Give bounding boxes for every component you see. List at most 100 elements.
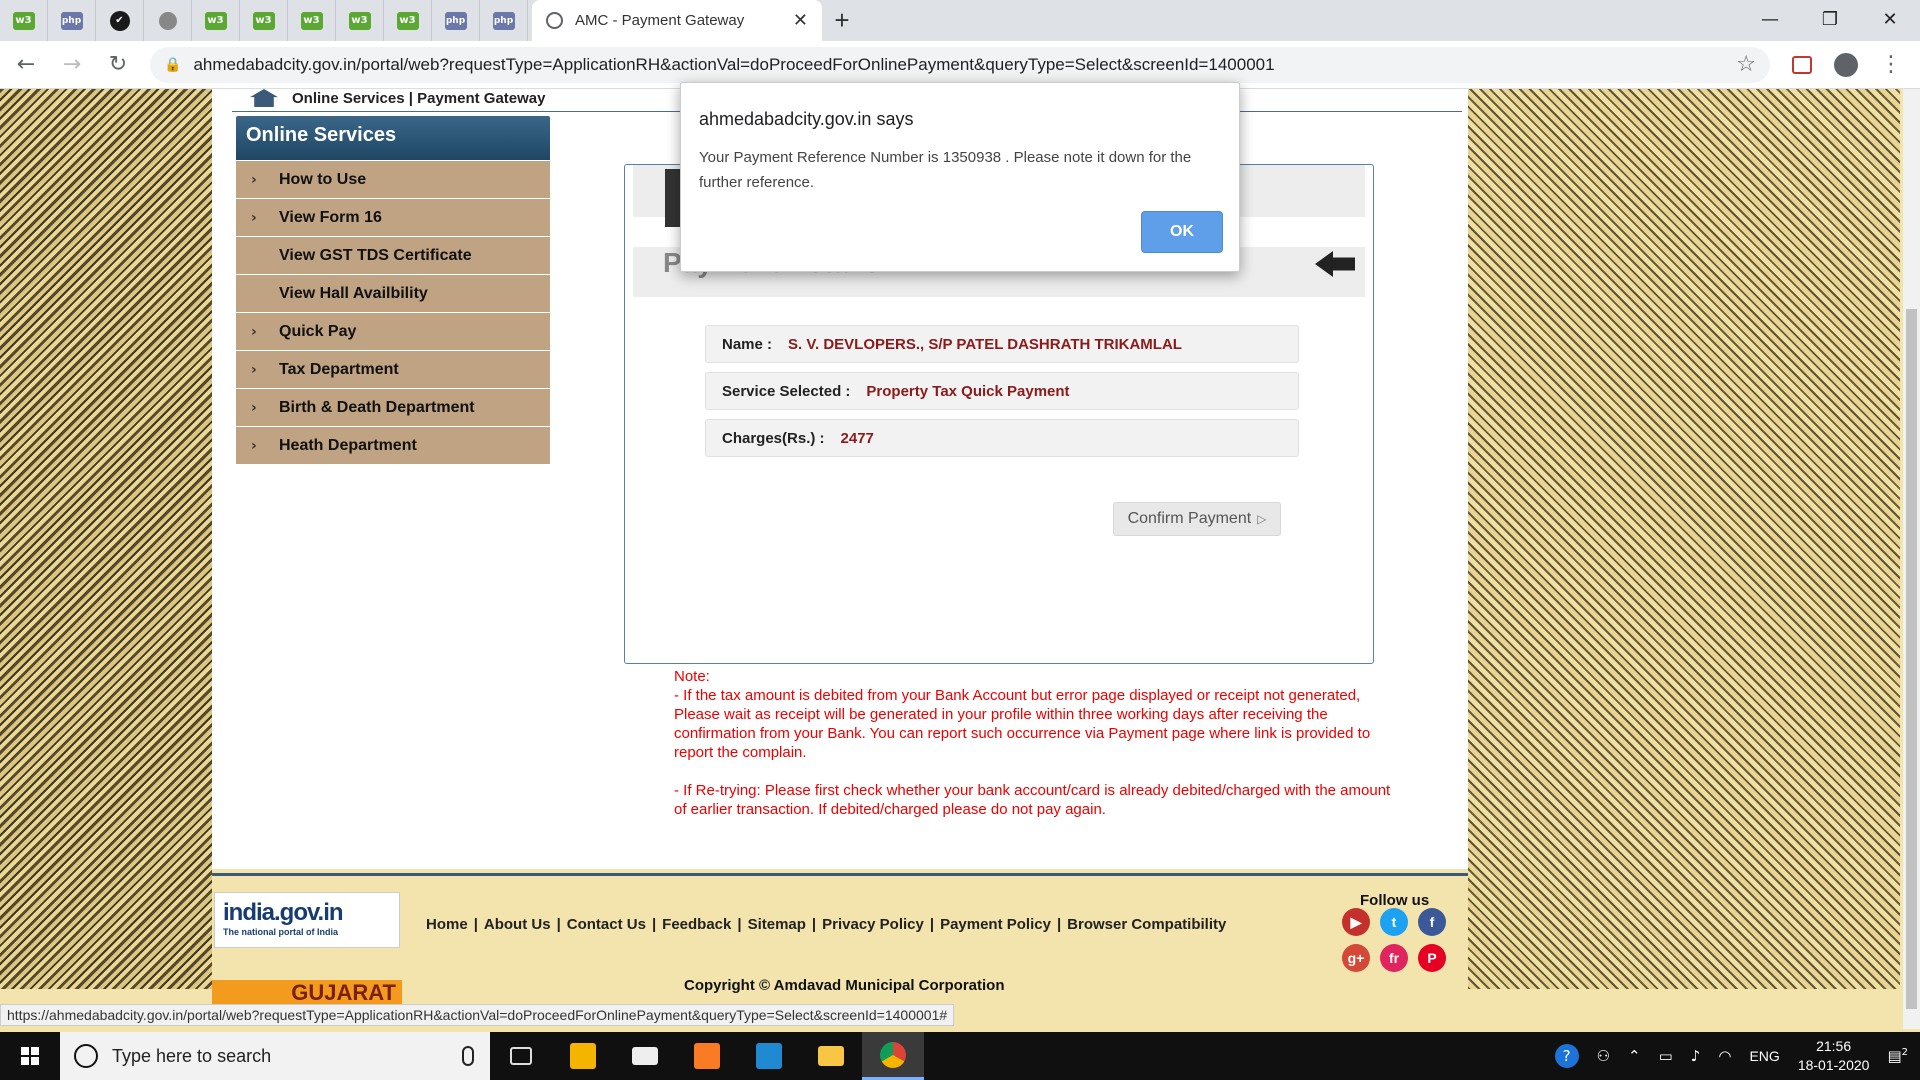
php-tab-icon: php <box>60 11 83 30</box>
address-bar[interactable]: 🔒 ahmedabadcity.gov.in/portal/web?reques… <box>150 46 1770 83</box>
pinned-tab[interactable]: php <box>432 0 480 41</box>
mail-icon <box>632 1047 658 1065</box>
pinned-tab[interactable]: w3 <box>288 0 336 41</box>
browser-menu-icon[interactable]: ⋮ <box>1880 52 1902 77</box>
start-button[interactable] <box>0 1032 60 1080</box>
green-tab-icon: w3 <box>348 11 371 30</box>
language-indicator[interactable]: ENG <box>1749 1048 1779 1064</box>
footer-link[interactable]: Browser Compatibility <box>1067 916 1226 933</box>
footer-link[interactable]: Contact Us <box>567 916 646 933</box>
pinned-tab[interactable]: w3 <box>240 0 288 41</box>
pinned-tab[interactable]: ✔ <box>96 0 144 41</box>
battery-icon[interactable]: ▭ <box>1659 1047 1673 1065</box>
clock-date: 18-01-2020 <box>1797 1057 1870 1073</box>
footer-link[interactable]: Sitemap <box>748 916 806 933</box>
explorer-app[interactable] <box>800 1032 862 1080</box>
flickr-icon[interactable]: fr <box>1380 944 1408 972</box>
xampp-app[interactable] <box>676 1032 738 1080</box>
sidebar-item[interactable]: View Hall Availbility <box>236 274 550 312</box>
pocket-extension-icon[interactable] <box>1792 55 1812 74</box>
php-tab-icon: php <box>492 11 515 30</box>
notification-center-icon[interactable]: ▤2 <box>1887 1047 1908 1065</box>
sidebar-item[interactable]: › Tax Department <box>236 350 550 388</box>
link-separator: | <box>811 916 817 933</box>
link-separator: | <box>1056 916 1062 933</box>
india-gov-logo[interactable]: india.gov.in The national portal of Indi… <box>214 892 400 948</box>
scrollbar-thumb[interactable] <box>1906 309 1917 1009</box>
link-separator: | <box>473 916 478 933</box>
mail-app[interactable] <box>614 1032 676 1080</box>
sidebar-item[interactable]: › Birth & Death Department <box>236 388 550 426</box>
link-separator: | <box>556 916 561 933</box>
chevron-right-icon: › <box>251 209 257 226</box>
ok-button[interactable]: OK <box>1141 211 1223 253</box>
dialog-title: ahmedabadcity.gov.in says <box>699 109 914 129</box>
charges-row: Charges(Rs.) : 2477 <box>705 419 1299 457</box>
help-icon[interactable]: ? <box>1554 1044 1579 1068</box>
footer-link[interactable]: Payment Policy <box>940 916 1051 933</box>
payment-note: Note: - If the tax amount is debited fro… <box>674 667 1394 838</box>
active-tab[interactable]: AMC - Payment Gateway ✕ <box>532 0 822 41</box>
footer-link[interactable]: Privacy Policy <box>822 916 924 933</box>
taskbar-search[interactable]: Type here to search <box>60 1032 490 1080</box>
charges-label: Charges(Rs.) : <box>722 429 825 447</box>
wifi-icon[interactable]: ◠ <box>1718 1047 1731 1065</box>
page-scrollbar[interactable] <box>1903 89 1920 1029</box>
facebook-icon[interactable]: f <box>1418 908 1446 936</box>
window-controls: — ❐ ✕ <box>1740 0 1920 38</box>
sidebar-title: Online Services <box>236 116 550 160</box>
chevron-right-icon: › <box>251 399 257 416</box>
sidebar-item[interactable]: › Quick Pay <box>236 312 550 350</box>
confirm-payment-button[interactable]: Confirm Payment ▷ <box>1113 502 1281 536</box>
new-tab-button[interactable]: + <box>822 0 862 41</box>
pinterest-icon[interactable]: P <box>1418 944 1446 972</box>
note-line-1: - If the tax amount is debited from your… <box>674 687 1371 761</box>
sidebar-item[interactable]: View GST TDS Certificate <box>236 236 550 274</box>
profile-avatar-icon[interactable] <box>1834 52 1858 77</box>
sidebar-item[interactable]: › View Form 16 <box>236 198 550 236</box>
task-view-button[interactable] <box>490 1032 552 1080</box>
bookmark-star-icon[interactable]: ☆ <box>1736 52 1756 77</box>
google-plus-icon[interactable]: g+ <box>1342 944 1370 972</box>
microphone-icon[interactable] <box>462 1046 474 1066</box>
chrome-icon <box>880 1041 906 1068</box>
chrome-app[interactable] <box>862 1032 924 1080</box>
forward-button[interactable]: → <box>52 45 92 85</box>
green-tab-icon: w3 <box>252 11 275 30</box>
green-tab-icon: w3 <box>300 11 323 30</box>
pinned-tab[interactable]: php <box>480 0 528 41</box>
store-app[interactable] <box>552 1032 614 1080</box>
pinned-tab[interactable]: w3 <box>336 0 384 41</box>
green-tab-icon: w3 <box>396 11 419 30</box>
store-icon <box>570 1043 596 1069</box>
social-icons: ▶ t f g+ fr P <box>1342 908 1448 972</box>
people-icon[interactable]: ⚇ <box>1597 1047 1610 1065</box>
sidebar-item[interactable]: › How to Use <box>236 160 550 198</box>
pinned-tab[interactable]: w3 <box>384 0 432 41</box>
sidebar-item-label: Birth & Death Department <box>279 398 475 416</box>
minimize-button[interactable]: — <box>1740 0 1800 38</box>
pinned-tab[interactable]: w3 <box>192 0 240 41</box>
close-tab-icon[interactable]: ✕ <box>793 10 808 31</box>
footer-link[interactable]: About Us <box>484 916 551 933</box>
charges-value: 2477 <box>840 429 874 447</box>
footer-link[interactable]: Home <box>426 916 468 933</box>
sidebar-item[interactable]: › Heath Department <box>236 426 550 464</box>
maximize-button[interactable]: ❐ <box>1800 0 1860 38</box>
show-hidden-icons-icon[interactable]: ⌃ <box>1628 1047 1641 1065</box>
footer-link[interactable]: Feedback <box>662 916 731 933</box>
pinned-tab[interactable] <box>144 0 192 41</box>
close-window-button[interactable]: ✕ <box>1860 0 1920 38</box>
home-icon[interactable] <box>250 89 278 107</box>
vscode-app[interactable] <box>738 1032 800 1080</box>
youtube-icon[interactable]: ▶ <box>1342 908 1370 936</box>
background-art-left <box>0 89 212 989</box>
pinned-tab[interactable]: php <box>48 0 96 41</box>
twitter-icon[interactable]: t <box>1380 908 1408 936</box>
back-button[interactable]: ← <box>6 45 46 85</box>
clock[interactable]: 21:56 18-01-2020 <box>1798 1037 1870 1075</box>
reload-button[interactable]: ↻ <box>98 45 138 85</box>
service-row: Service Selected : Property Tax Quick Pa… <box>705 372 1299 410</box>
volume-icon[interactable]: ♪ <box>1691 1047 1701 1065</box>
pinned-tab[interactable]: w3 <box>0 0 48 41</box>
